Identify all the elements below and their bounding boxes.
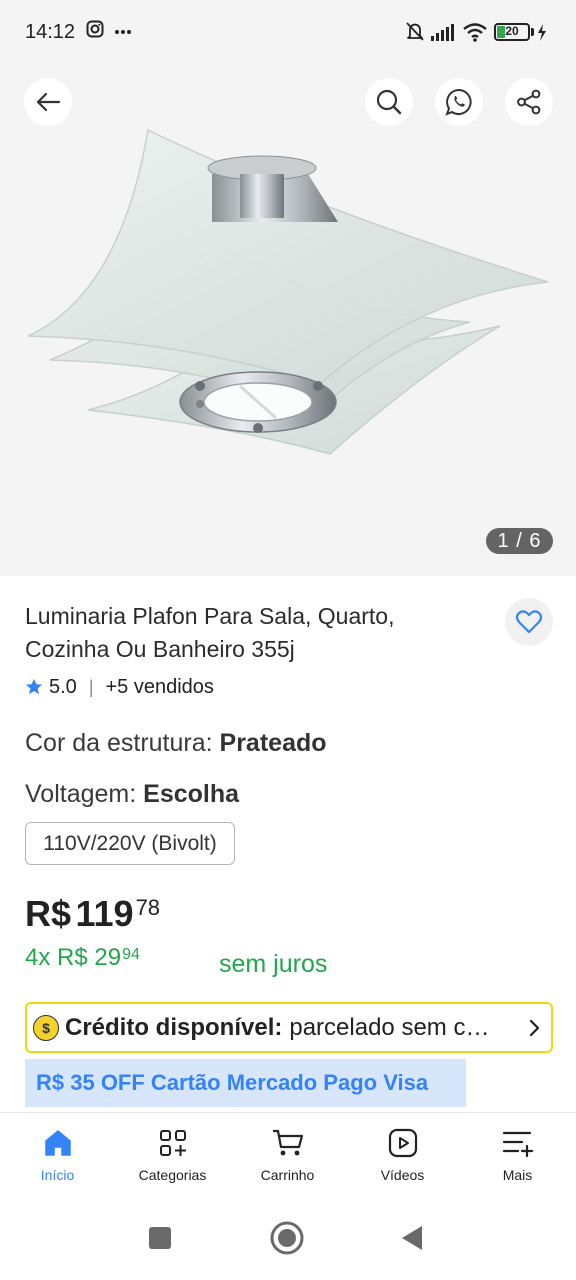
share-button[interactable] [505,78,553,126]
credit-subtitle: parcelado sem cartão [289,1013,494,1041]
nav-label-mais: Mais [502,1167,533,1183]
nav-item-categorias[interactable]: Categorias [115,1113,230,1197]
menu-add-icon [502,1131,533,1158]
nav-label-categorias: Categorias [138,1167,207,1183]
video-icon [388,1128,417,1158]
no-interest-label: sem juros [219,950,328,978]
bottom-navigation: Início Categorias Carrinho Vídeos Mais [0,1112,576,1196]
chevron-right-icon [529,1019,540,1037]
nav-item-inicio[interactable]: Início [0,1113,115,1197]
voltage-attribute: Voltagem: Escolha [25,780,239,809]
home-system-button[interactable] [269,1220,305,1256]
image-counter: 1 / 6 [486,528,553,554]
whatsapp-icon [445,88,472,116]
wifi-icon [463,23,487,42]
product-gallery[interactable] [0,64,576,576]
home-icon [44,1130,71,1156]
nav-label-carrinho: Carrinho [260,1167,315,1183]
nav-label-inicio: Início [40,1167,75,1183]
signal-icon [431,24,454,41]
favorite-button[interactable] [505,598,553,646]
arrow-left-icon [36,92,61,112]
price-currency: R$ [25,893,72,934]
back-system-button[interactable] [400,1224,424,1252]
recents-button[interactable] [148,1226,172,1250]
nav-item-carrinho[interactable]: Carrinho [230,1113,345,1197]
coin-icon: $ [33,1014,59,1041]
credit-title: Crédito disponível: [65,1013,283,1041]
back-button[interactable] [24,78,72,126]
voltage-value: Escolha [143,780,240,808]
mute-icon [406,22,424,41]
search-button[interactable] [365,78,413,126]
search-icon [376,89,402,115]
installment-integer: 29 [94,944,122,971]
battery-level: 20 [505,24,519,38]
installment-currency: R$ [57,944,88,971]
voltage-option-chip[interactable]: 110V/220V (Bivolt) [25,822,235,865]
star-icon [25,678,43,695]
charging-icon [538,24,546,41]
credit-banner[interactable]: $ Crédito disponível: parcelado sem cart… [25,1002,553,1053]
product-lamp-image [27,128,549,455]
color-label: Cor da estrutura: [25,729,220,757]
status-bar: 14:12 20 [0,0,576,64]
price-integer: 119 [75,893,134,934]
nav-label-videos: Vídeos [380,1167,425,1183]
share-icon [517,89,541,115]
categories-icon [159,1130,186,1156]
instagram-icon [86,20,104,38]
whatsapp-share-button[interactable] [435,78,483,126]
status-time: 14:12 [25,21,76,43]
nav-item-videos[interactable]: Vídeos [345,1113,460,1197]
rating-value: 5.0 [49,675,77,698]
voltage-label: Voltagem: [25,780,144,808]
installments: 4x R$ 2994 [25,944,140,980]
more-icon [115,30,131,34]
nav-item-mais[interactable]: Mais [460,1113,575,1197]
heart-icon [515,610,543,634]
sold-count: +5 vendidos [105,675,214,698]
rating-row[interactable]: 5.0 | +5 vendidos [25,673,214,701]
color-value: Prateado [219,729,327,757]
product-title: Luminaria Plafon Para Sala, Quarto, Cozi… [25,603,395,662]
price: R$ 11978 [25,893,160,941]
price-cents: 78 [135,895,161,920]
promo-badge: R$ 35 OFF Cartão Mercado Pago Visa [25,1059,466,1107]
battery-icon: 20 [494,23,530,41]
installments-count: 4x [25,944,51,971]
system-navigation [0,1196,576,1280]
cart-icon [272,1129,303,1156]
installment-cents: 94 [122,946,140,963]
color-attribute: Cor da estrutura: Prateado [25,729,327,758]
